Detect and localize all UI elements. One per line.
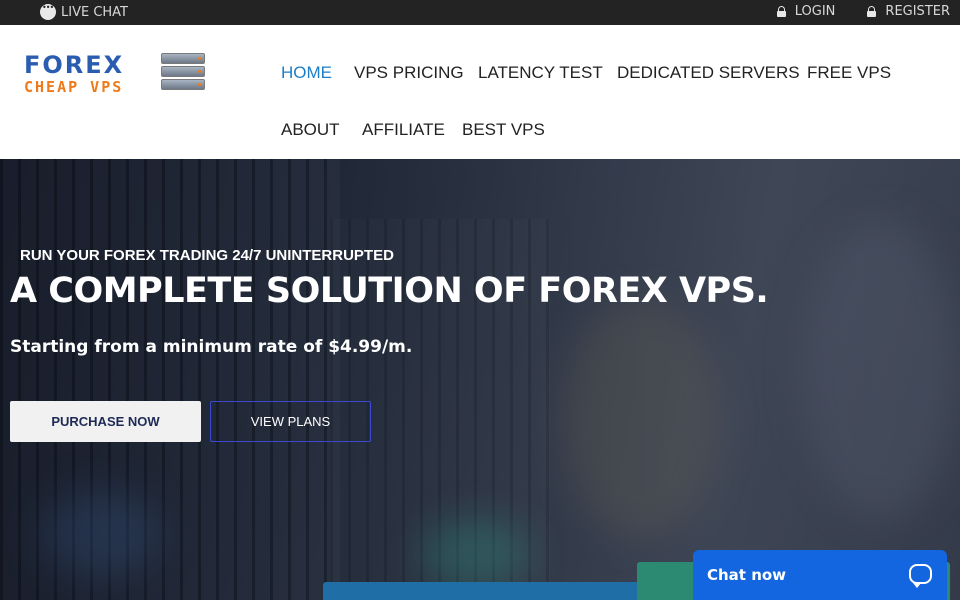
live-chat-label: LIVE CHAT: [61, 4, 128, 20]
nav-item-best-vps[interactable]: BEST VPS: [462, 120, 545, 140]
hero-subtitle: Starting from a minimum rate of $4.99/m.: [10, 337, 413, 357]
chat-icon: [40, 3, 56, 20]
logo-text-line1: FOREX: [24, 51, 125, 79]
feature-card-edge: [323, 582, 653, 600]
site-logo[interactable]: FOREX CHEAP VPS: [24, 51, 209, 97]
nav-item-dedicated-servers[interactable]: DEDICATED SERVERS: [617, 63, 800, 83]
hero-headline: A COMPLETE SOLUTION OF FOREX VPS.: [10, 271, 769, 311]
chat-bubble-icon: [909, 564, 932, 588]
lock-icon: [867, 6, 877, 17]
login-label: LOGIN: [794, 4, 836, 19]
view-plans-button[interactable]: VIEW PLANS: [210, 401, 371, 442]
nav-item-latency-test[interactable]: LATENCY TEST: [478, 63, 603, 83]
nav-item-affiliate[interactable]: AFFILIATE: [362, 120, 445, 140]
hero-eyebrow: RUN YOUR FOREX TRADING 24/7 UNINTERRUPTE…: [20, 247, 394, 264]
chat-now-widget[interactable]: Chat now: [693, 550, 947, 600]
hero-overlay: [0, 159, 960, 600]
logo-text-line2: CHEAP VPS: [24, 78, 124, 96]
top-bar: LIVE CHAT LOGIN REGISTER: [0, 0, 960, 25]
nav-item-vps-pricing[interactable]: VPS PRICING: [354, 63, 464, 83]
nav-item-about[interactable]: ABOUT: [281, 120, 340, 140]
server-rack-icon: [161, 53, 205, 93]
nav-item-home[interactable]: HOME: [281, 63, 332, 83]
site-header: FOREX CHEAP VPS HOME VPS PRICING LATENCY…: [0, 25, 960, 159]
chat-now-label: Chat now: [707, 566, 787, 584]
hero-section: RUN YOUR FOREX TRADING 24/7 UNINTERRUPTE…: [0, 159, 960, 600]
register-label: REGISTER: [885, 4, 950, 19]
purchase-now-button[interactable]: PURCHASE NOW: [10, 401, 201, 442]
lock-icon: [776, 6, 786, 17]
nav-item-free-vps[interactable]: FREE VPS: [807, 63, 891, 83]
live-chat-link[interactable]: LIVE CHAT: [40, 3, 128, 20]
register-link[interactable]: REGISTER: [867, 4, 950, 19]
login-link[interactable]: LOGIN: [776, 4, 836, 19]
